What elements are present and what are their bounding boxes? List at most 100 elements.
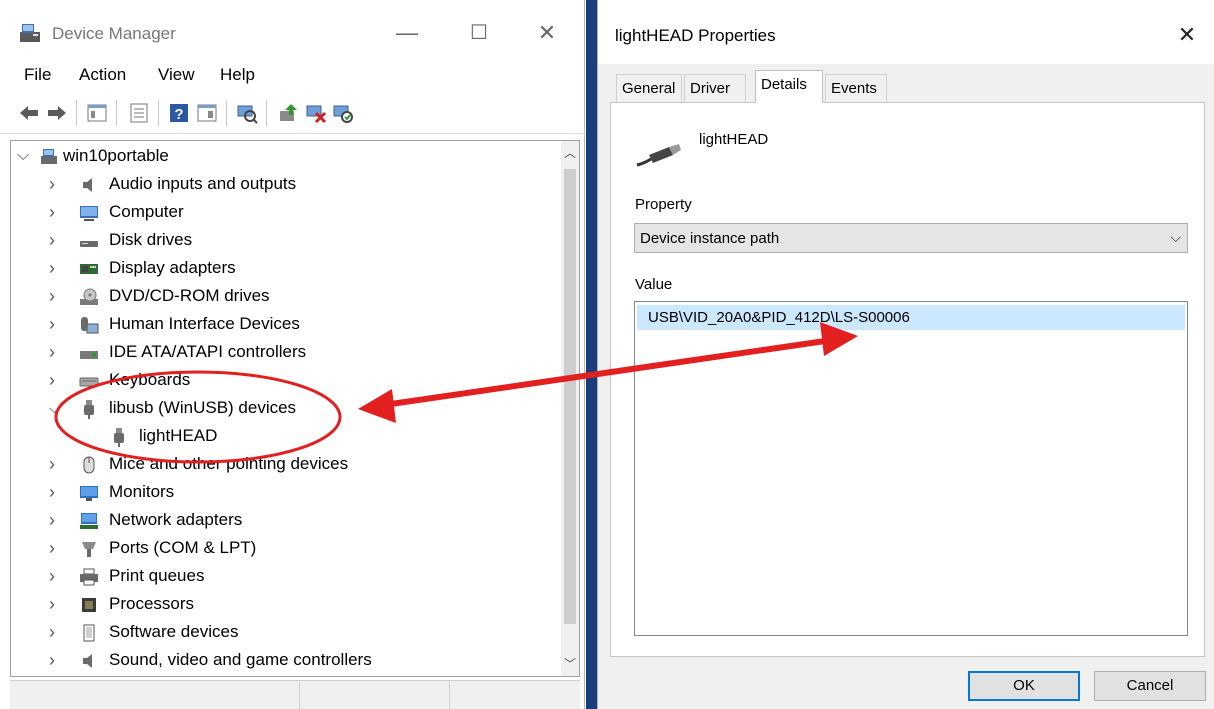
tree-category-item[interactable]: › Audio inputs and outputs <box>11 171 551 199</box>
tree-item-label: Software devices <box>109 622 239 641</box>
expanded-chevron-icon[interactable]: ⌵ <box>17 147 31 165</box>
chevron-right-icon[interactable]: › <box>49 595 63 613</box>
tree-item-label: Disk drives <box>109 230 193 249</box>
title-bar[interactable]: Device Manager — ☐ ✕ <box>0 0 585 60</box>
tab-events[interactable]: Events <box>825 74 887 102</box>
menu-view[interactable]: View <box>158 65 195 85</box>
scroll-down-icon[interactable]: ﹀ <box>561 654 579 674</box>
scroll-up-icon[interactable]: ︿ <box>561 143 579 163</box>
status-segment <box>300 681 450 709</box>
tab-general[interactable]: General <box>616 74 682 102</box>
list-item[interactable]: USB\VID_20A0&PID_412D\LS-S00006 <box>637 305 1185 330</box>
update-driver-icon[interactable] <box>278 102 300 124</box>
port-icon <box>82 542 96 557</box>
tree-category-item[interactable]: › Processors <box>11 591 551 619</box>
chevron-right-icon[interactable]: › <box>49 175 63 193</box>
close-button[interactable]: ✕ <box>527 16 567 50</box>
tree-category-item[interactable]: › Human Interface Devices <box>11 311 551 339</box>
value-label: Value <box>635 276 673 293</box>
back-icon[interactable] <box>18 102 40 124</box>
menu-help[interactable]: Help <box>220 65 255 85</box>
dialog-title-bar[interactable]: lightHEAD Properties ✕ <box>598 0 1214 64</box>
scan-hardware-icon[interactable] <box>236 102 258 124</box>
tree-item-label: Processors <box>109 594 195 613</box>
tree-category-item[interactable]: › Software devices <box>11 619 551 647</box>
dialog-title: lightHEAD Properties <box>615 26 776 45</box>
chevron-right-icon[interactable]: › <box>49 231 63 249</box>
toolbar-separator <box>266 100 267 126</box>
tree-category-item[interactable]: › Ports (COM & LPT) <box>11 535 551 563</box>
tree-root[interactable]: ⌵ win10portable <box>11 143 551 171</box>
mouse-icon <box>83 456 95 474</box>
computer-icon <box>80 206 98 221</box>
menu-file[interactable]: File <box>24 65 51 85</box>
chevron-right-icon[interactable]: › <box>49 371 63 389</box>
tree-item-label: IDE ATA/ATAPI controllers <box>109 342 307 361</box>
scrollbar-thumb[interactable] <box>564 169 576 624</box>
chevron-right-icon[interactable]: › <box>49 623 63 641</box>
usb-plug-icon <box>84 400 94 419</box>
tree-item-label: DVD/CD-ROM drives <box>109 286 270 305</box>
chevron-right-icon[interactable]: › <box>49 287 63 305</box>
device-manager-window: Device Manager — ☐ ✕ File Action View He… <box>0 0 585 709</box>
minimize-button[interactable]: — <box>387 16 427 50</box>
tree-item-label: Human Interface Devices <box>109 314 300 333</box>
tree-category-item[interactable]: › Print queues <box>11 563 551 591</box>
tab-details[interactable]: Details <box>755 70 823 103</box>
uninstall-device-icon[interactable] <box>305 102 327 124</box>
tree-item-label: Display adapters <box>109 258 236 277</box>
tree-item-label: Network adapters <box>109 510 243 529</box>
chevron-right-icon[interactable]: › <box>49 651 63 669</box>
tree-category-item[interactable]: › DVD/CD-ROM drives <box>11 283 551 311</box>
menu-bar: File Action View Help <box>0 60 585 90</box>
close-button[interactable]: ✕ <box>1169 18 1205 52</box>
tree-category-item[interactable]: › Sound, video and game controllers <box>11 647 551 675</box>
cancel-button[interactable]: Cancel <box>1094 671 1206 701</box>
value-list[interactable]: USB\VID_20A0&PID_412D\LS-S00006 <box>634 301 1188 636</box>
forward-icon[interactable] <box>46 102 68 124</box>
property-label: Property <box>635 196 692 213</box>
chevron-right-icon[interactable]: › <box>49 315 63 333</box>
tab-driver[interactable]: Driver <box>684 74 746 102</box>
chevron-right-icon[interactable]: › <box>49 455 63 473</box>
chevron-right-icon[interactable]: › <box>49 483 63 501</box>
tree-item-label: Print queues <box>109 566 205 585</box>
show-hide-tree-icon[interactable] <box>86 102 108 124</box>
view-icon[interactable] <box>196 102 218 124</box>
help-icon[interactable]: ? <box>168 102 190 124</box>
chevron-right-icon[interactable]: › <box>49 343 63 361</box>
tree-category-item[interactable]: ⌵ libusb (WinUSB) devices <box>11 395 551 423</box>
properties-icon[interactable] <box>128 102 150 124</box>
status-bar <box>10 680 580 709</box>
chevron-right-icon[interactable]: › <box>49 259 63 277</box>
device-tree[interactable]: ⌵ win10portable › Audio inputs and output… <box>10 140 580 677</box>
chevron-right-icon[interactable]: › <box>49 539 63 557</box>
tree-category-item[interactable]: › Disk drives <box>11 227 551 255</box>
property-dropdown[interactable]: Device instance path ⌵ <box>634 223 1188 253</box>
details-panel: lightHEAD Property Device instance path … <box>610 102 1205 657</box>
tree-category-item[interactable]: › Mice and other pointing devices <box>11 451 551 479</box>
enable-device-icon[interactable] <box>332 102 354 124</box>
tree-category-item[interactable]: › Network adapters <box>11 507 551 535</box>
device-name: lightHEAD <box>699 131 769 148</box>
vertical-scrollbar[interactable]: ︿ ﹀ <box>561 141 579 676</box>
chevron-right-icon[interactable]: › <box>49 203 63 221</box>
chevron-down-icon[interactable]: ⌵ <box>1170 229 1181 246</box>
ide-controller-icon <box>80 351 98 359</box>
tree-category-item[interactable]: › Monitors <box>11 479 551 507</box>
tree-category-item[interactable]: › Computer <box>11 199 551 227</box>
toolbar-separator <box>116 100 117 126</box>
chevron-right-icon[interactable]: › <box>49 567 63 585</box>
tree-category-item[interactable]: › IDE ATA/ATAPI controllers <box>11 339 551 367</box>
tree-category-item[interactable]: › Display adapters <box>11 255 551 283</box>
maximize-button[interactable]: ☐ <box>459 16 499 50</box>
tree-child-item[interactable]: lightHEAD <box>11 423 551 451</box>
expanded-chevron-icon[interactable]: ⌵ <box>49 399 63 417</box>
toolbar-separator <box>76 100 77 126</box>
network-adapter-icon <box>80 513 98 529</box>
ok-button[interactable]: OK <box>968 671 1080 701</box>
menu-action[interactable]: Action <box>79 65 126 85</box>
status-segment <box>10 681 300 709</box>
chevron-right-icon[interactable]: › <box>49 511 63 529</box>
tree-category-item[interactable]: › Keyboards <box>11 367 551 395</box>
